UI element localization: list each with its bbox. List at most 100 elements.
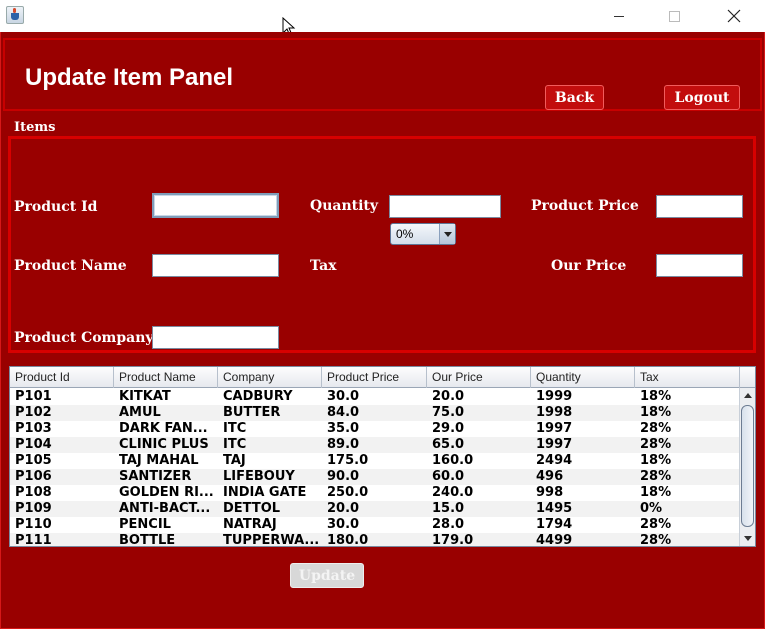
table-cell: P101 [15, 389, 52, 404]
table-cell: 89.0 [327, 437, 360, 452]
close-button[interactable] [711, 0, 757, 32]
table-cell: LIFEBOUY [223, 469, 295, 484]
column-header[interactable]: Quantity [531, 367, 635, 388]
column-header[interactable]: Product Price [322, 367, 427, 388]
tax-selected-value: 0% [396, 227, 414, 241]
scroll-up-icon[interactable] [740, 388, 755, 403]
table-cell: P103 [15, 421, 52, 436]
product-name-label: Product Name [14, 258, 127, 274]
table-cell: 175.0 [327, 453, 369, 468]
product-company-field[interactable] [152, 326, 279, 349]
table-cell: TUPPERWA... [223, 533, 320, 547]
product-name-input[interactable] [153, 255, 278, 276]
table-body: P101 KITKAT CADBURY 30.0 20.0 1999 18% P102 AMUL… [10, 389, 740, 547]
table-cell: 1495 [536, 501, 573, 516]
table-cell: 496 [536, 469, 564, 484]
chevron-down-icon[interactable] [439, 224, 455, 244]
our-price-field[interactable] [656, 254, 743, 277]
table-header: Product Id Product Name Company Product … [10, 367, 755, 388]
table-cell: 28% [640, 533, 672, 547]
product-name-field[interactable] [152, 254, 279, 277]
quantity-input[interactable] [390, 196, 500, 217]
close-icon [727, 9, 741, 23]
table-cell: 240.0 [432, 485, 474, 500]
table-cell: 15.0 [432, 501, 465, 516]
product-price-field[interactable] [656, 195, 743, 218]
table-cell: 20.0 [327, 501, 360, 516]
table-cell: BUTTER [223, 405, 281, 420]
table-cell: 28% [640, 437, 672, 452]
table-row[interactable]: P109 ANTI-BACT... DETTOL 20.0 15.0 1495 0% [10, 501, 740, 517]
column-header[interactable]: Our Price [427, 367, 531, 388]
table-row[interactable]: P111 BOTTLE TUPPERWA... 180.0 179.0 4499 28% [10, 533, 740, 547]
scroll-down-icon[interactable] [740, 531, 755, 546]
table-cell: 1997 [536, 421, 573, 436]
items-section-label: Items [14, 120, 56, 135]
product-id-field[interactable] [152, 193, 279, 218]
table-row[interactable]: P110 PENCIL NATRAJ 30.0 28.0 1794 28% [10, 517, 740, 533]
table-row[interactable]: P104 CLINIC PLUS ITC 89.0 65.0 1997 28% [10, 437, 740, 453]
product-id-input[interactable] [154, 195, 277, 216]
table-cell: 180.0 [327, 533, 369, 547]
table-cell: 90.0 [327, 469, 360, 484]
table-cell: ITC [223, 421, 247, 436]
table-cell: P108 [15, 485, 52, 500]
logout-button[interactable]: Logout [664, 85, 740, 110]
table-cell: 75.0 [432, 405, 465, 420]
table-cell: ITC [223, 437, 247, 452]
column-header[interactable]: Tax [635, 367, 740, 388]
maximize-button[interactable] [651, 0, 697, 32]
table-cell: 30.0 [327, 517, 360, 532]
column-header[interactable]: Product Id [10, 367, 114, 388]
table-cell: P111 [15, 533, 52, 547]
table-cell: BOTTLE [119, 533, 176, 547]
table-cell: 1997 [536, 437, 573, 452]
tax-dropdown[interactable]: 0% [390, 223, 456, 245]
table-cell: 2494 [536, 453, 573, 468]
table-row[interactable]: P103 DARK FAN... ITC 35.0 29.0 1997 28% [10, 421, 740, 437]
table-cell: 35.0 [327, 421, 360, 436]
table-cell: 29.0 [432, 421, 465, 436]
update-button[interactable]: Update [290, 563, 364, 588]
table-cell: NATRAJ [223, 517, 277, 532]
table-cell: 18% [640, 405, 672, 420]
table-cell: CADBURY [223, 389, 293, 404]
table-cell: 160.0 [432, 453, 474, 468]
our-price-label: Our Price [551, 258, 627, 274]
quantity-field[interactable] [389, 195, 501, 218]
column-header[interactable]: Company [218, 367, 322, 388]
table-cell: 28% [640, 517, 672, 532]
scrollbar-thumb[interactable] [741, 405, 754, 527]
table-row[interactable]: P108 GOLDEN RI... INDIA GATE 250.0 240.0 998 1… [10, 485, 740, 501]
table-cell: ANTI-BACT... [119, 501, 211, 516]
table-cell: TAJ MAHAL [119, 453, 199, 468]
table-row[interactable]: P105 TAJ MAHAL TAJ 175.0 160.0 2494 18% [10, 453, 740, 469]
table-cell: 4499 [536, 533, 573, 547]
table-cell: GOLDEN RI... [119, 485, 214, 500]
table-cell: P106 [15, 469, 52, 484]
table-cell: KITKAT [119, 389, 171, 404]
products-table[interactable]: Product Id Product Name Company Product … [9, 366, 756, 547]
table-cell: P109 [15, 501, 52, 516]
minimize-icon [614, 15, 624, 17]
table-cell: 1794 [536, 517, 573, 532]
product-price-label: Product Price [531, 198, 639, 214]
product-price-input[interactable] [657, 196, 742, 217]
table-cell: 1999 [536, 389, 573, 404]
product-company-label: Product Company [14, 330, 154, 346]
vertical-scrollbar[interactable] [739, 388, 755, 546]
table-row[interactable]: P106 SANTIZER LIFEBOUY 90.0 60.0 496 28% [10, 469, 740, 485]
minimize-button[interactable] [596, 0, 642, 32]
page-title: Update Item Panel [25, 64, 234, 91]
table-row[interactable]: P102 AMUL BUTTER 84.0 75.0 1998 18% [10, 405, 740, 421]
back-button[interactable]: Back [545, 85, 604, 110]
quantity-label: Quantity [310, 198, 379, 214]
table-cell: DETTOL [223, 501, 281, 516]
column-header[interactable]: Product Name [114, 367, 218, 388]
product-company-input[interactable] [153, 327, 278, 348]
table-row[interactable]: P101 KITKAT CADBURY 30.0 20.0 1999 18% [10, 389, 740, 405]
our-price-input[interactable] [657, 255, 742, 276]
table-cell: 18% [640, 389, 672, 404]
table-cell: DARK FAN... [119, 421, 208, 436]
table-cell: 65.0 [432, 437, 465, 452]
